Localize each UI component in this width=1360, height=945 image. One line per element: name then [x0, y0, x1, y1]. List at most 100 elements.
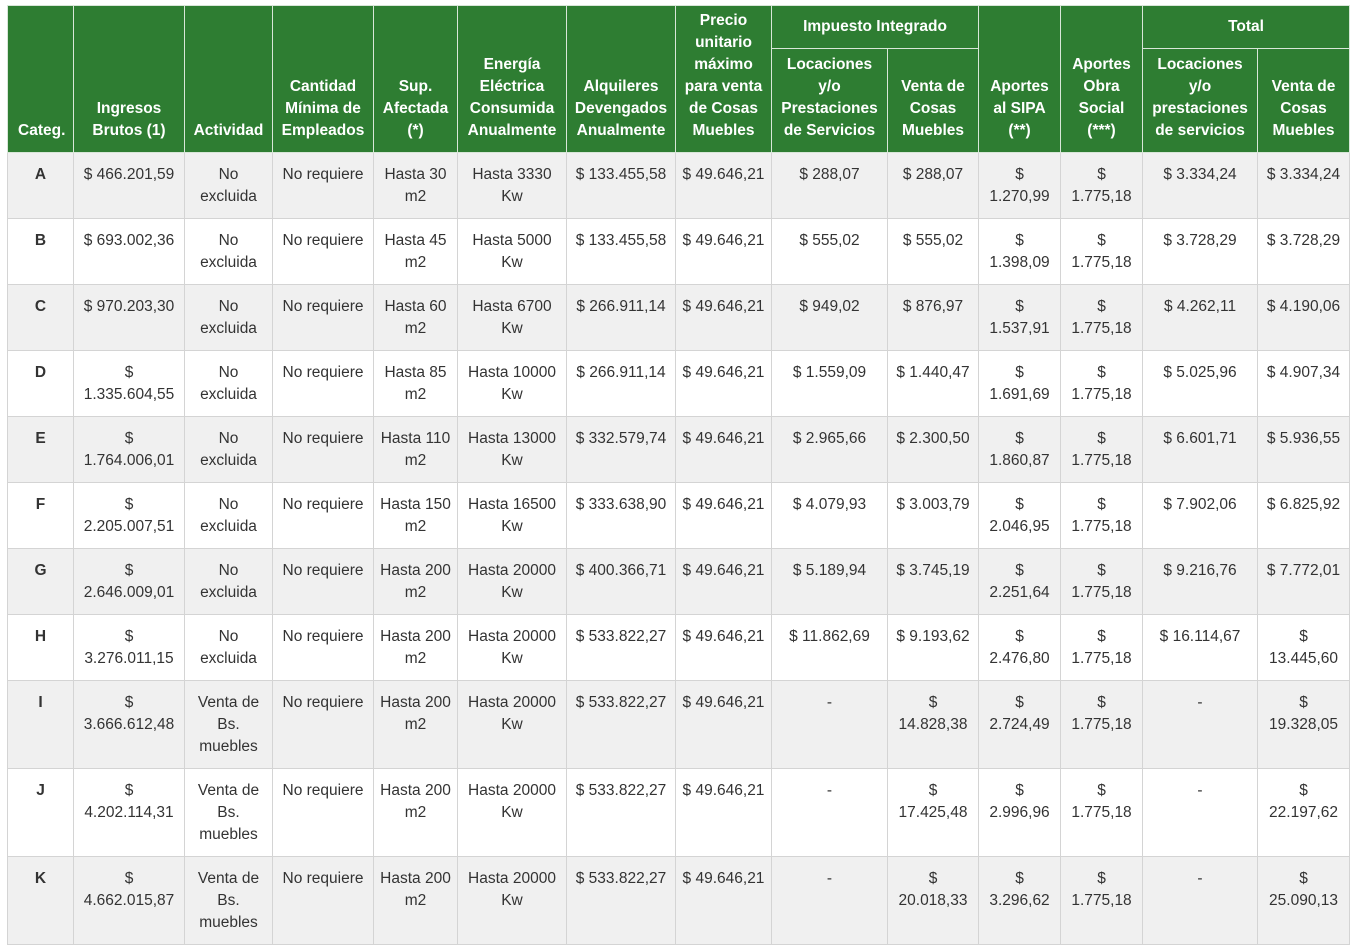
cell-empleados: No requiere: [272, 614, 374, 681]
cell-superficie: Hasta 200 m2: [373, 680, 458, 769]
cell-impuesto-locaciones: $ 949,02: [771, 284, 888, 351]
cell-alquileres: $ 266.911,14: [566, 350, 676, 417]
cell-total-locaciones: $ 3.728,29: [1142, 218, 1259, 285]
cell-total-locaciones: $ 16.114,67: [1142, 614, 1259, 681]
cell-categ: C: [7, 284, 74, 351]
header-energia[interactable]: Energía Eléctrica Consumida Anualmente: [457, 5, 567, 153]
cell-energia: Hasta 20000 Kw: [457, 548, 567, 615]
cell-total-venta: $ 13.445,60: [1257, 614, 1351, 681]
cell-actividad: Venta de Bs. muebles: [184, 768, 273, 857]
monotributo-table-container: Categ. Ingresos Brutos (1) Actividad Can…: [7, 5, 1351, 945]
cell-actividad: No excluida: [184, 284, 273, 351]
cell-impuesto-locaciones: -: [771, 768, 888, 857]
cell-impuesto-venta: $ 1.440,47: [886, 350, 980, 417]
cell-actividad: No excluida: [184, 350, 273, 417]
cell-energia: Hasta 20000 Kw: [457, 680, 567, 769]
header-impuesto-locaciones[interactable]: Locaciones y/o Prestaciones de Servicios: [771, 48, 888, 153]
cell-categ: H: [7, 614, 74, 681]
header-obra-social[interactable]: Aportes Obra Social (***): [1060, 5, 1144, 153]
cell-categ: D: [7, 350, 74, 417]
cell-superficie: Hasta 200 m2: [373, 548, 458, 615]
table-header: Categ. Ingresos Brutos (1) Actividad Can…: [7, 5, 1351, 153]
header-total-locaciones[interactable]: Locaciones y/o prestaciones de servicios: [1142, 48, 1259, 153]
cell-energia: Hasta 13000 Kw: [457, 416, 567, 483]
cell-obra-social: $ 1.775,18: [1060, 416, 1144, 483]
cell-empleados: No requiere: [272, 768, 374, 857]
cell-ingresos: $ 4.662.015,87: [73, 856, 185, 945]
cell-impuesto-locaciones: -: [771, 856, 888, 945]
cell-total-venta: $ 5.936,55: [1257, 416, 1351, 483]
cell-impuesto-locaciones: $ 288,07: [771, 152, 888, 219]
cell-ingresos: $ 970.203,30: [73, 284, 185, 351]
cell-total-venta: $ 19.328,05: [1257, 680, 1351, 769]
cell-precio: $ 49.646,21: [675, 768, 772, 857]
header-empleados[interactable]: Cantidad Mínima de Empleados: [272, 5, 374, 153]
cell-alquileres: $ 533.822,27: [566, 614, 676, 681]
cell-precio: $ 49.646,21: [675, 856, 772, 945]
cell-total-venta: $ 6.825,92: [1257, 482, 1351, 549]
cell-impuesto-locaciones: $ 2.965,66: [771, 416, 888, 483]
header-precio[interactable]: Precio unitario máximo para venta de Cos…: [675, 5, 772, 153]
table-row: D $ 1.335.604,55 No excluida No requiere Has…: [7, 350, 1351, 417]
cell-energia: Hasta 6700 Kw: [457, 284, 567, 351]
cell-superficie: Hasta 150 m2: [373, 482, 458, 549]
cell-total-locaciones: -: [1142, 680, 1259, 769]
cell-impuesto-venta: $ 20.018,33: [886, 856, 980, 945]
cell-sipa: $ 2.046,95: [978, 482, 1062, 549]
header-total-venta[interactable]: Venta de Cosas Muebles: [1257, 48, 1351, 153]
cell-ingresos: $ 1.335.604,55: [73, 350, 185, 417]
cell-actividad: No excluida: [184, 482, 273, 549]
cell-sipa: $ 2.724,49: [978, 680, 1062, 769]
cell-total-locaciones: $ 7.902,06: [1142, 482, 1259, 549]
cell-actividad: Venta de Bs. muebles: [184, 856, 273, 945]
cell-categ: A: [7, 152, 74, 219]
cell-superficie: Hasta 30 m2: [373, 152, 458, 219]
cell-actividad: No excluida: [184, 152, 273, 219]
cell-ingresos: $ 3.666.612,48: [73, 680, 185, 769]
cell-obra-social: $ 1.775,18: [1060, 152, 1144, 219]
cell-total-locaciones: -: [1142, 768, 1259, 857]
cell-precio: $ 49.646,21: [675, 218, 772, 285]
cell-alquileres: $ 400.366,71: [566, 548, 676, 615]
cell-empleados: No requiere: [272, 856, 374, 945]
cell-alquileres: $ 266.911,14: [566, 284, 676, 351]
cell-obra-social: $ 1.775,18: [1060, 548, 1144, 615]
cell-sipa: $ 2.251,64: [978, 548, 1062, 615]
header-total: Total: [1142, 5, 1351, 49]
cell-alquileres: $ 533.822,27: [566, 768, 676, 857]
cell-alquileres: $ 332.579,74: [566, 416, 676, 483]
header-impuesto-venta[interactable]: Venta de Cosas Muebles: [886, 48, 980, 153]
header-ingresos[interactable]: Ingresos Brutos (1): [73, 5, 185, 153]
cell-precio: $ 49.646,21: [675, 680, 772, 769]
cell-categ: K: [7, 856, 74, 945]
cell-energia: Hasta 3330 Kw: [457, 152, 567, 219]
cell-actividad: Venta de Bs. muebles: [184, 680, 273, 769]
cell-impuesto-locaciones: $ 4.079,93: [771, 482, 888, 549]
cell-total-venta: $ 25.090,13: [1257, 856, 1351, 945]
cell-sipa: $ 1.537,91: [978, 284, 1062, 351]
cell-precio: $ 49.646,21: [675, 350, 772, 417]
cell-total-venta: $ 7.772,01: [1257, 548, 1351, 615]
header-alquileres[interactable]: Alquileres Devengados Anualmente: [566, 5, 676, 153]
cell-total-locaciones: $ 5.025,96: [1142, 350, 1259, 417]
cell-impuesto-venta: $ 14.828,38: [886, 680, 980, 769]
cell-empleados: No requiere: [272, 218, 374, 285]
cell-superficie: Hasta 200 m2: [373, 768, 458, 857]
table-row: J $ 4.202.114,31 Venta de Bs. muebles No re…: [7, 768, 1351, 857]
table-body: A $ 466.201,59 No excluida No requiere Hasta…: [7, 152, 1351, 945]
header-actividad[interactable]: Actividad: [184, 5, 273, 153]
table-row: C $ 970.203,30 No excluida No requiere Hasta…: [7, 284, 1351, 351]
header-sipa[interactable]: Aportes al SIPA (**): [978, 5, 1062, 153]
header-superficie[interactable]: Sup. Afectada (*): [373, 5, 458, 153]
cell-alquileres: $ 533.822,27: [566, 680, 676, 769]
cell-precio: $ 49.646,21: [675, 548, 772, 615]
table-row: F $ 2.205.007,51 No excluida No requiere Has…: [7, 482, 1351, 549]
cell-obra-social: $ 1.775,18: [1060, 614, 1144, 681]
header-categ[interactable]: Categ.: [7, 5, 74, 153]
table-row: B $ 693.002,36 No excluida No requiere Hasta…: [7, 218, 1351, 285]
cell-obra-social: $ 1.775,18: [1060, 482, 1144, 549]
cell-impuesto-venta: $ 3.745,19: [886, 548, 980, 615]
cell-impuesto-venta: $ 3.003,79: [886, 482, 980, 549]
cell-energia: Hasta 5000 Kw: [457, 218, 567, 285]
cell-obra-social: $ 1.775,18: [1060, 856, 1144, 945]
